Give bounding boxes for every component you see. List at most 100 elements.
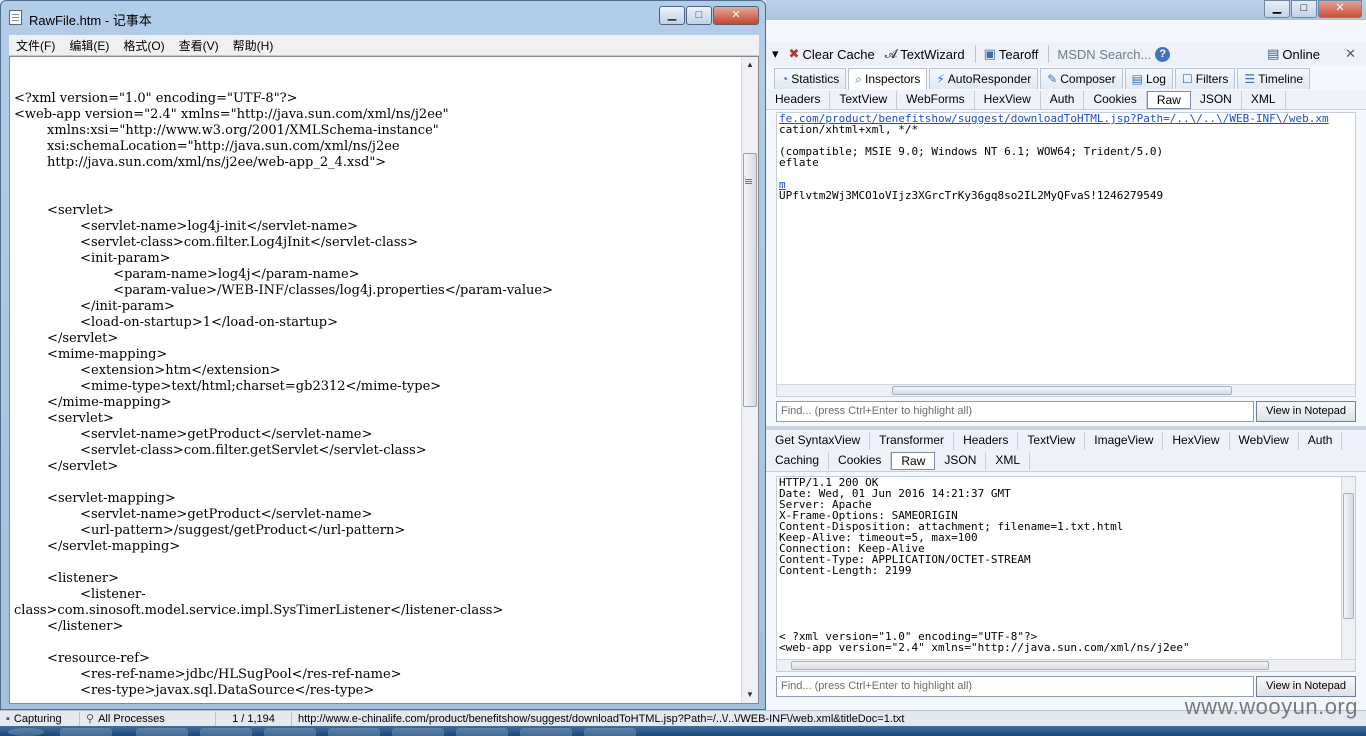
notepad-text-area[interactable]: <?xml version="1.0" encoding="UTF-8"?> <w… [9,56,759,704]
inspectors-icon: ⌕ [855,72,862,86]
response-tab-transformer[interactable]: Transformer [870,431,955,450]
response-tab-textview[interactable]: TextView [1018,431,1086,450]
request-tab-headers[interactable]: Headers [766,90,831,109]
process-filter[interactable]: ⚲ All Processes [80,711,216,726]
request-tab-auth[interactable]: Auth [1041,90,1085,109]
fiddler-titlebar: ▁ □ ✕ [766,0,1366,20]
notepad-close-button[interactable]: ✕ [713,6,759,25]
notepad-maximize-button[interactable]: □ [686,6,712,25]
response-raw-view[interactable]: HTTP/1.1 200 OK Date: Wed, 01 Jun 2016 14… [776,476,1356,672]
notepad-minimize-button[interactable]: ▁ [659,6,685,25]
tab-filters[interactable]: ☐ Filters [1174,68,1236,89]
request-tab-webforms[interactable]: WebForms [897,90,975,109]
menu-help[interactable]: 帮助(H) [226,37,281,54]
response-tab-raw[interactable]: Raw [891,452,936,470]
fiddler-minimize-button[interactable]: ▁ [1264,0,1290,18]
online-indicator[interactable]: ▤ Online [1267,46,1320,62]
taskbar-app-icon[interactable] [456,728,508,736]
response-find-input[interactable]: Find... (press Ctrl+Enter to highlight a… [776,676,1254,697]
taskbar-app-icon[interactable] [328,728,380,736]
response-tab-imageview[interactable]: ImageView [1085,431,1164,450]
tab-log[interactable]: ▤ Log [1124,68,1173,89]
toolbar-close-icon[interactable]: ✕ [1345,46,1356,62]
request-tab-json[interactable]: JSON [1191,90,1242,109]
menu-format[interactable]: 格式(O) [116,37,171,54]
response-tab-cookies[interactable]: Cookies [829,452,892,470]
tab-autoresponder[interactable]: ⚡ AutoResponder [929,68,1039,89]
notepad-vertical-scrollbar[interactable]: ▲ ▼ [741,57,758,703]
capturing-indicator[interactable]: ▪ Capturing [0,711,80,726]
response-tab-auth[interactable]: Auth [1299,431,1343,450]
tab-statistics[interactable]: ◔ Statistics [774,68,847,89]
textwizard-button[interactable]: 𝓐 TextWizard [885,46,965,62]
taskbar-app-icon[interactable] [200,728,252,736]
clear-cache-button[interactable]: ✖ Clear Cache [789,46,875,62]
response-tab-hexview[interactable]: HexView [1163,431,1230,450]
scrollbar-grip-icon [745,179,752,180]
taskbar-app-icon[interactable] [60,728,112,736]
request-horizontal-scrollbar[interactable] [777,384,1355,396]
scroll-up-arrow-icon[interactable]: ▲ [742,57,758,73]
response-vertical-scrollbar[interactable] [1341,477,1355,659]
msdn-search-box[interactable]: MSDN Search... ? [1057,46,1171,62]
scroll-down-arrow-icon[interactable]: ▼ [742,687,758,703]
tab-label: Inspectors [865,72,921,86]
tearoff-button[interactable]: ▣ Tearoff [984,46,1039,62]
text-line: <mime-type>text/html;charset=gb2312</mim… [14,379,442,394]
response-horizontal-scrollbar[interactable] [777,659,1355,671]
scrollbar-thumb[interactable] [892,386,1232,395]
text-line: </servlet> [14,459,119,474]
text-line: <web-app version="2.4" xmlns="http://jav… [779,641,1190,654]
response-tab-get-syntaxview[interactable]: Get SyntaxView [766,431,871,450]
text-line: <param-name>log4j</param-name> [14,267,360,282]
text-line: <servlet-class>com.filter.Log4jInit</ser… [14,235,419,250]
toolbar-dropdown-arrow[interactable]: ▾ [772,46,779,62]
menu-file[interactable]: 文件(F) [9,37,62,54]
menu-view[interactable]: 查看(V) [172,37,226,54]
toolbar-divider [974,45,976,63]
text-line: <extension>htm</extension> [14,363,281,378]
tab-timeline[interactable]: ☰ Timeline [1237,68,1311,89]
response-tab-caching[interactable]: Caching [766,452,830,470]
taskbar-app-icon[interactable] [392,728,444,736]
response-tab-headers[interactable]: Headers [954,431,1019,450]
menu-edit[interactable]: 编辑(E) [62,37,116,54]
fiddler-close-button[interactable]: ✕ [1318,0,1362,18]
response-inspector-tabs-row2: Caching Cookies Raw JSON XML [766,451,1366,472]
help-icon[interactable]: ? [1155,46,1171,62]
request-tab-cookies[interactable]: Cookies [1084,90,1147,109]
notepad-icon [9,10,22,25]
taskbar-app-icon[interactable] [264,728,316,736]
taskbar-app-icon[interactable] [520,728,572,736]
inspector-main-tabs: ◔ Statistics ⌕ Inspectors ⚡ AutoResponder ✎ Com… [774,68,1312,90]
request-tab-raw[interactable]: Raw [1146,90,1191,109]
request-find-input[interactable]: Find... (press Ctrl+Enter to highlight a… [776,401,1254,422]
scrollbar-thumb[interactable] [743,153,757,407]
scrollbar-thumb[interactable] [791,661,1269,670]
checkbox-icon: ☐ [1181,72,1193,86]
tab-label: Statistics [791,72,840,86]
text-line: <param-value>/WEB-INF/classes/log4j.prop… [14,283,553,298]
text-line: <servlet> [14,203,114,218]
textwizard-icon: 𝓐 [884,46,898,61]
tab-inspectors[interactable]: ⌕ Inspectors [848,68,928,90]
composer-icon: ✎ [1047,72,1058,86]
fiddler-toolbar: ▾ ✖ Clear Cache 𝓐 TextWizard ▣ Tearoff M… [766,42,1366,66]
request-tab-textview[interactable]: TextView [830,90,898,109]
response-tab-xml[interactable]: XML [986,452,1031,470]
request-view-in-notepad-button[interactable]: View in Notepad [1256,401,1356,422]
tab-composer[interactable]: ✎ Composer [1040,68,1123,89]
text-line: <res-ref-name>jdbc/HLSugPool</res-ref-na… [14,667,402,682]
response-tab-json[interactable]: JSON [935,452,987,470]
request-tab-hexview[interactable]: HexView [975,90,1041,109]
taskbar-app-icon[interactable] [584,728,636,736]
scrollbar-thumb[interactable] [1343,493,1354,619]
fiddler-maximize-button[interactable]: □ [1291,0,1317,18]
start-button[interactable] [8,728,44,736]
request-raw-view[interactable]: fe.com/product/benefitshow/suggest/downl… [776,112,1356,397]
response-tab-webview[interactable]: WebView [1230,431,1299,450]
tab-label: Filters [1195,72,1229,86]
taskbar-app-icon[interactable] [136,728,188,736]
request-inspector-tabs: Headers TextView WebForms HexView Auth Cookie… [766,90,1366,110]
request-tab-xml[interactable]: XML [1242,90,1286,109]
